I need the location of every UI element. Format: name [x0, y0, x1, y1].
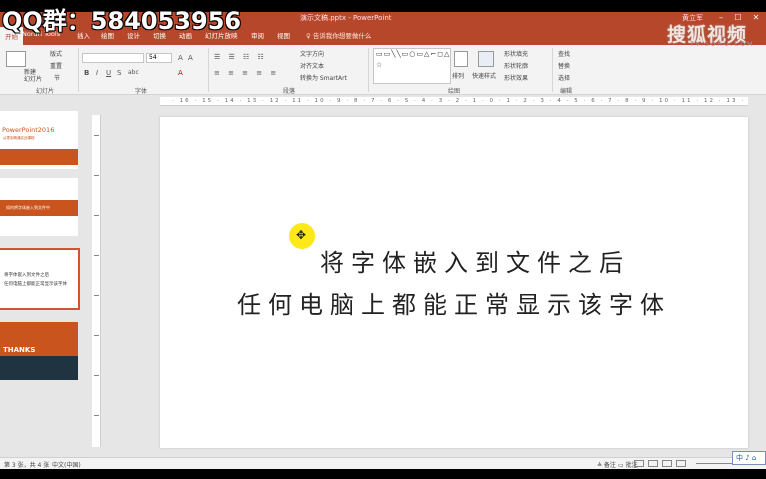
- slide-thumbnail-4[interactable]: THANKS: [0, 322, 78, 380]
- slide-canvas[interactable]: 将字体嵌入到文件之后 任何电脑上都能正常显示该字体: [160, 117, 748, 448]
- normal-view-icon[interactable]: [634, 460, 644, 467]
- group-paragraph-label: 段落: [283, 88, 296, 95]
- thumb4-thanks: THANKS: [3, 346, 36, 354]
- font-name-box[interactable]: [82, 53, 144, 63]
- status-bar: 第 3 张，共 4 张 中文(中国) ≙ 备注 ▭ 批注: [0, 457, 766, 469]
- group-drawing-label: 绘图: [448, 88, 461, 95]
- ruler-tick: [94, 175, 99, 176]
- select-button[interactable]: 选择: [558, 73, 570, 82]
- ribbon-separator: [368, 48, 369, 92]
- shrink-font-icon[interactable]: A: [188, 54, 193, 62]
- replace-button[interactable]: 替换: [558, 61, 570, 70]
- section-button[interactable]: 节: [54, 73, 60, 82]
- language-indicator[interactable]: 中文(中国): [52, 460, 81, 469]
- ruler-tick: [94, 135, 99, 136]
- group-editing-label: 编辑: [560, 88, 573, 95]
- bottom-black-band: [0, 469, 766, 479]
- arrange-icon[interactable]: [454, 51, 468, 67]
- thumb3-line1: 将字体嵌入到文件之后: [4, 273, 49, 278]
- slide-thumbnail-3-selected[interactable]: 将字体嵌入到文件之后 任何电脑上都能正常显示该字体: [0, 248, 80, 310]
- qq-group-overlay: QQ群：584053956: [2, 7, 242, 35]
- convert-smartart-button[interactable]: 转换为 SmartArt: [300, 73, 347, 82]
- shapes-gallery[interactable]: ▭▭╲╲▭○▭△⌐◻△↳⇦⇨⇧⇩✧⊂⊃{}☆: [373, 48, 451, 84]
- slide-position: 第 3 张，共 4 张: [4, 462, 50, 469]
- underline-button[interactable]: U: [106, 69, 111, 77]
- slide-sorter-icon[interactable]: [648, 460, 658, 467]
- sohu-url-watermark: TV.SOHU.COM: [690, 41, 755, 48]
- ribbon-separator: [78, 48, 79, 92]
- ruler-tick: [94, 215, 99, 216]
- group-font-label: 字体: [135, 88, 148, 95]
- new-slide-icon[interactable]: [6, 51, 26, 67]
- ruler-tick: [94, 295, 99, 296]
- slide-thumbnail-1[interactable]: PowerPoint2016 从零到精通实战课程: [0, 111, 78, 169]
- group-slides-label: 幻灯片: [36, 88, 55, 95]
- thumb3-line2: 任何电脑上都能正常显示该字体: [4, 282, 67, 287]
- horizontal-ruler[interactable]: · 16 · 15 · 14 · 13 · 12 · 11 · 10 · 9 ·…: [160, 97, 748, 106]
- ribbon-separator: [208, 48, 209, 92]
- reset-button[interactable]: 重置: [50, 61, 62, 70]
- ruler-tick: [94, 255, 99, 256]
- ruler-tick: [94, 415, 99, 416]
- bullets-icon[interactable]: ☰ ☰ ☷ ☷: [214, 53, 267, 61]
- move-cursor-icon: ✥: [296, 228, 307, 242]
- thumb1-bar: [0, 149, 78, 165]
- ribbon-separator: [552, 48, 553, 92]
- align-icons[interactable]: ≡ ≡ ≡ ≡ ≡: [214, 69, 279, 77]
- layout-button[interactable]: 版式: [50, 49, 62, 58]
- arrange-button[interactable]: 排列: [452, 71, 464, 80]
- notes-button[interactable]: ≙ 备注: [597, 460, 616, 469]
- font-size-box[interactable]: 54: [146, 53, 172, 63]
- ribbon-home: 新建 幻灯片 版式 重置 节 幻灯片 54 A A B I U S abc A …: [0, 45, 766, 95]
- tab-view[interactable]: 视图: [277, 30, 290, 40]
- slide-thumbnail-pane: PowerPoint2016 从零到精通实战课程 如何将字体嵌入到文件中 将字体…: [0, 95, 84, 457]
- text-direction-button[interactable]: 文字方向: [300, 49, 324, 58]
- quick-styles-button[interactable]: 快速样式: [472, 71, 496, 80]
- thumb2-text: 如何将字体嵌入到文件中: [6, 205, 50, 210]
- italic-button[interactable]: I: [96, 69, 98, 77]
- ime-toolbar[interactable]: 中 ♪ ⌂: [732, 451, 766, 465]
- slide-text-line1[interactable]: 将字体嵌入到文件之后: [160, 243, 748, 278]
- tab-review[interactable]: 审阅: [251, 30, 264, 40]
- shape-fill-button[interactable]: 形状填充: [504, 49, 528, 58]
- ruler-tick: [94, 375, 99, 376]
- bold-button[interactable]: B: [84, 69, 89, 77]
- shadow-button[interactable]: abc: [128, 69, 139, 77]
- shape-outline-button[interactable]: 形状轮廓: [504, 61, 528, 70]
- close-button[interactable]: ✕: [751, 13, 761, 23]
- find-button[interactable]: 查找: [558, 49, 570, 58]
- thumb1-title: PowerPoint2016: [2, 126, 55, 134]
- strikethrough-button[interactable]: S: [117, 69, 121, 77]
- grow-font-icon[interactable]: A: [178, 54, 183, 62]
- window-title: 演示文稿.pptx - PowerPoint: [300, 14, 392, 22]
- zoom-slider[interactable]: [696, 463, 732, 464]
- new-slide-button[interactable]: 新建 幻灯片: [24, 69, 42, 83]
- thumb1-subtitle: 从零到精通实战课程: [3, 136, 35, 140]
- vertical-ruler[interactable]: [92, 115, 101, 447]
- align-text-button[interactable]: 对齐文本: [300, 61, 324, 70]
- reading-view-icon[interactable]: [662, 460, 672, 467]
- slideshow-view-icon[interactable]: [676, 460, 686, 467]
- ruler-tick: [94, 335, 99, 336]
- font-color-icon[interactable]: A: [178, 69, 183, 77]
- thumb4-bottom: [0, 356, 78, 380]
- workspace: PowerPoint2016 从零到精通实战课程 如何将字体嵌入到文件中 将字体…: [0, 95, 766, 457]
- tell-me-search[interactable]: ♀ 告诉我你想要做什么: [306, 30, 371, 40]
- shape-effects-button[interactable]: 形状效果: [504, 73, 528, 82]
- quick-styles-icon[interactable]: [478, 51, 494, 67]
- slide-text-line2[interactable]: 任何电脑上都能正常显示该字体: [160, 285, 748, 320]
- slide-thumbnail-2[interactable]: 如何将字体嵌入到文件中: [0, 178, 78, 236]
